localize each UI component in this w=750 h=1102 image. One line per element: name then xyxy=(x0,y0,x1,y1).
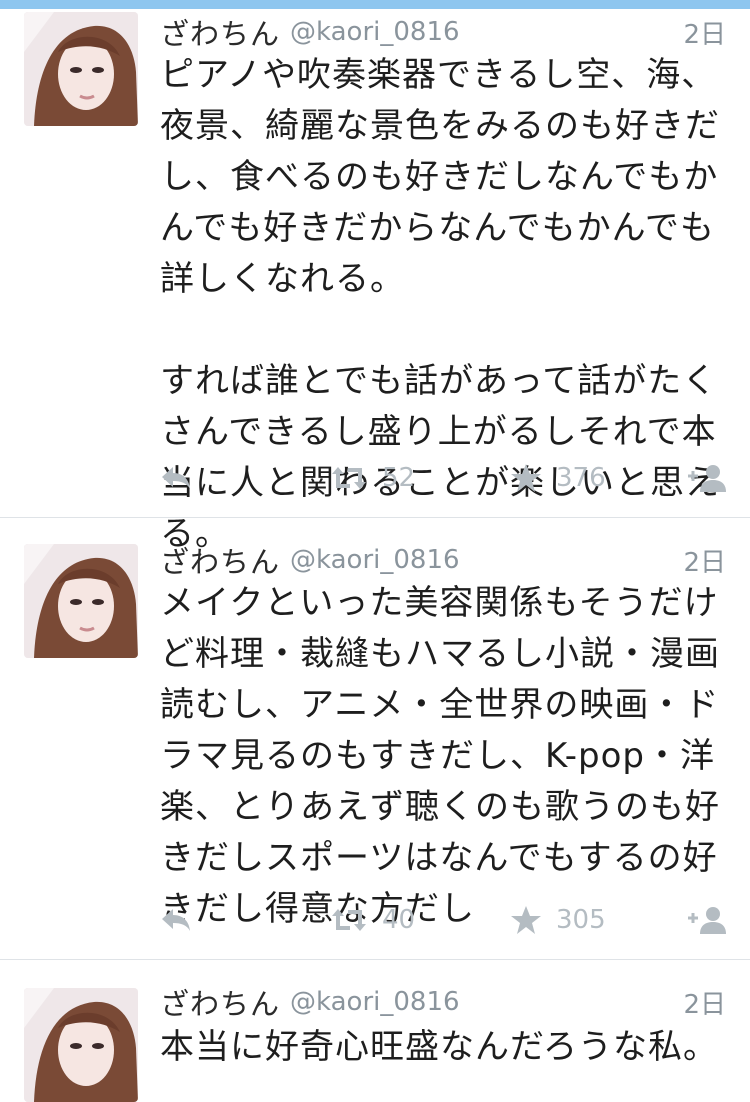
tweet-header: ざわちん @kaori_0816 2日 xyxy=(160,982,726,1022)
star-icon xyxy=(511,464,541,492)
reply-button[interactable] xyxy=(160,900,192,940)
retweet-icon xyxy=(332,467,366,489)
tweet-time[interactable]: 2日 xyxy=(683,14,726,51)
avatar[interactable] xyxy=(24,12,138,126)
user-handle[interactable]: @kaori_0816 xyxy=(290,987,460,1017)
user-handle[interactable]: @kaori_0816 xyxy=(290,17,460,47)
follow-button[interactable] xyxy=(686,458,726,498)
retweet-count: 52 xyxy=(382,463,416,493)
retweet-button[interactable]: 40 xyxy=(330,900,415,940)
star-icon xyxy=(511,906,541,934)
user-name[interactable]: ざわちん xyxy=(160,981,280,1023)
avatar[interactable] xyxy=(24,988,138,1102)
tweet-item[interactable]: ざわちん @kaori_0816 2日 ピアノや吹奏楽器できるし空、海、夜景、綺… xyxy=(0,0,750,554)
reply-button[interactable] xyxy=(160,458,192,498)
tweet-item[interactable]: ざわちん @kaori_0816 2日 メイクといった美容関係もそうだけど料理・… xyxy=(0,518,750,960)
tweet-actions: 52 376 xyxy=(160,458,726,498)
user-name[interactable]: ざわちん xyxy=(160,539,280,581)
follow-button[interactable] xyxy=(686,900,726,940)
retweet-button[interactable]: 52 xyxy=(330,458,415,498)
retweet-icon xyxy=(332,909,366,931)
tweet-time[interactable]: 2日 xyxy=(683,542,726,579)
reply-icon xyxy=(162,909,190,931)
tweet-header: ざわちん @kaori_0816 2日 xyxy=(160,540,726,580)
tweet-text: 本当に好奇心旺盛なんだろうな私。 xyxy=(160,1027,718,1067)
favorite-button[interactable]: 376 xyxy=(510,458,606,498)
tweet-time[interactable]: 2日 xyxy=(683,984,726,1021)
favorite-count: 305 xyxy=(556,905,606,935)
follow-icon xyxy=(688,907,726,934)
favorite-button[interactable]: 305 xyxy=(510,900,606,940)
follow-icon xyxy=(688,465,726,492)
tweet-text: メイクといった美容関係もそうだけど料理・裁縫もハマるし小説・漫画読むし、アニメ・… xyxy=(160,583,720,929)
tweet-header: ざわちん @kaori_0816 2日 xyxy=(160,12,726,52)
favorite-count: 376 xyxy=(556,463,606,493)
reply-icon xyxy=(162,467,190,489)
user-name[interactable]: ざわちん xyxy=(160,11,280,53)
avatar[interactable] xyxy=(24,544,138,658)
retweet-count: 40 xyxy=(382,905,416,935)
tweet-actions: 40 305 xyxy=(160,900,726,940)
user-handle[interactable]: @kaori_0816 xyxy=(290,545,460,575)
tweet-item[interactable]: ざわちん @kaori_0816 2日 本当に好奇心旺盛なんだろうな私。 xyxy=(0,960,750,1102)
